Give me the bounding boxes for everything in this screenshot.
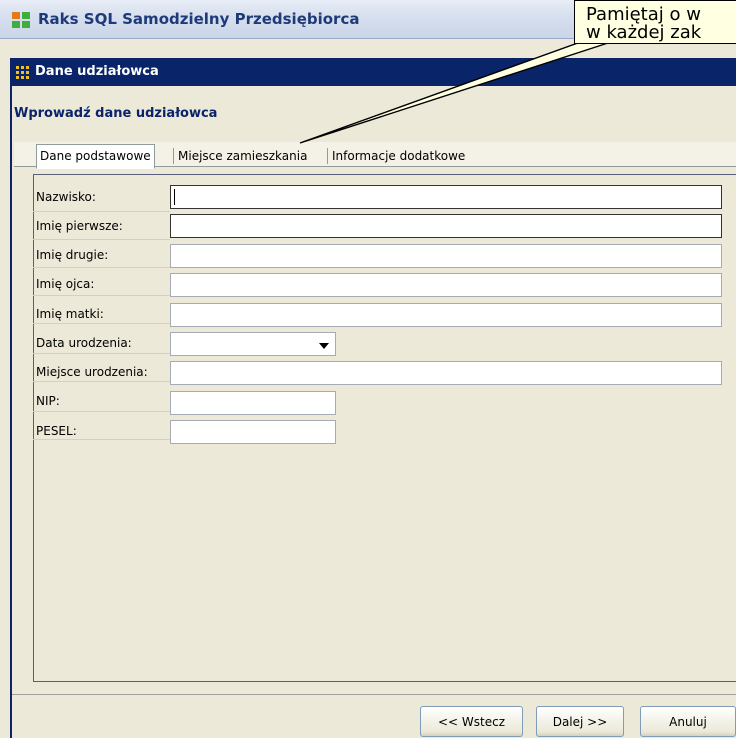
next-button[interactable]: Dalej >> <box>536 706 624 737</box>
label-miejsce-urodzenia: Miejsce urodzenia: <box>36 365 148 379</box>
back-button[interactable]: << Wstecz <box>420 706 523 737</box>
section-title: Wprowadź dane udziałowca <box>14 106 218 121</box>
text-caret <box>174 189 175 205</box>
tab-separator <box>173 148 174 164</box>
data-urodzenia-input[interactable] <box>170 332 336 356</box>
bottom-divider <box>12 694 736 695</box>
label-imie-ojca: Imię ojca: <box>36 277 95 291</box>
app-icon <box>12 12 30 28</box>
label-nip: NIP: <box>36 394 60 408</box>
cancel-button[interactable]: Anuluj <box>640 706 736 737</box>
grid-icon <box>16 66 29 79</box>
label-imie-matki: Imię matki: <box>36 307 104 321</box>
chevron-down-icon[interactable] <box>313 335 335 355</box>
dialog-title: Dane udziałowca <box>35 64 159 79</box>
tab-miejsce-zamieszkania[interactable]: Miejsce zamieszkania <box>175 145 310 167</box>
nip-input[interactable] <box>170 391 336 415</box>
label-imie-pierwsze: Imię pierwsze: <box>36 219 123 233</box>
tab-separator <box>327 148 328 164</box>
label-nazwisko: Nazwisko: <box>36 190 96 204</box>
callout-text-line-2: w każdej zak <box>586 22 702 43</box>
app-title: Raks SQL Samodzielny Przedsiębiorca <box>38 10 360 28</box>
label-imie-drugie: Imię drugie: <box>36 248 109 262</box>
imie-pierwsze-input[interactable] <box>170 214 722 238</box>
imie-matki-input[interactable] <box>170 303 722 327</box>
label-data-urodzenia: Data urodzenia: <box>36 336 132 350</box>
imie-drugie-input[interactable] <box>170 244 722 268</box>
label-pesel: PESEL: <box>36 424 77 438</box>
imie-ojca-input[interactable] <box>170 273 722 297</box>
tab-informacje-dodatkowe[interactable]: Informacje dodatkowe <box>329 145 468 167</box>
tab-dane-podstawowe[interactable]: Dane podstawowe <box>36 144 155 169</box>
miejsce-urodzenia-input[interactable] <box>170 361 722 385</box>
pesel-input[interactable] <box>170 420 336 444</box>
nazwisko-input[interactable] <box>170 185 722 209</box>
dialog-header: Dane udziałowca <box>10 58 736 87</box>
hint-callout: Pamiętaj o w w każdej zak <box>574 0 736 44</box>
